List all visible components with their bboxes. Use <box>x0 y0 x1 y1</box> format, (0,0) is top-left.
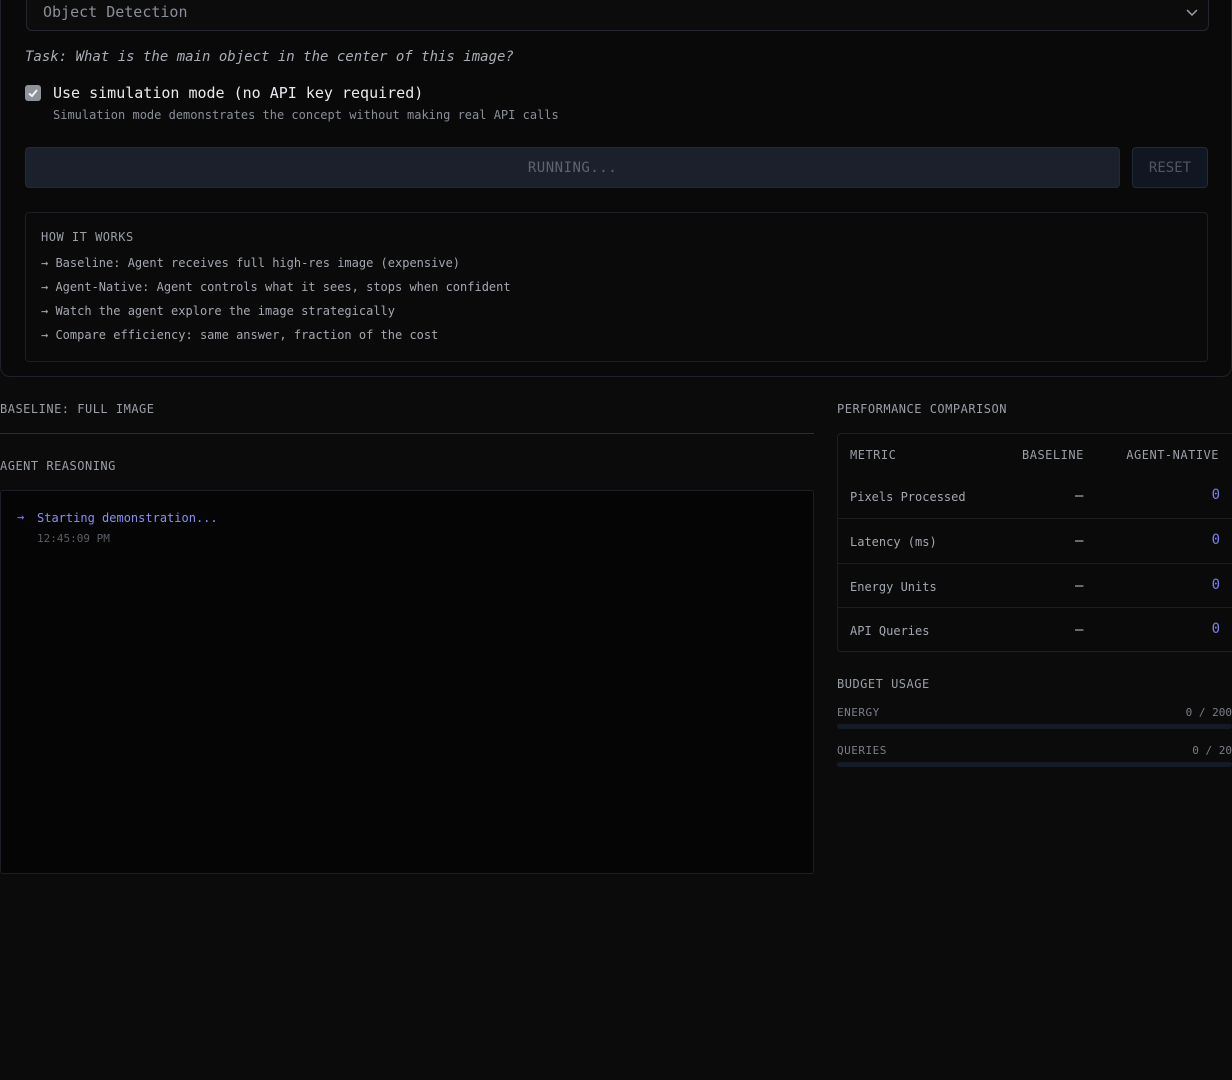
mode-select[interactable]: Object Detection <box>26 0 1209 31</box>
simulation-checkbox[interactable] <box>25 85 41 101</box>
baseline-title: BASELINE: FULL IMAGE <box>0 402 155 416</box>
check-icon <box>28 89 38 98</box>
table-row: Latency (ms) – 0 <box>838 518 1232 563</box>
simulation-label[interactable]: Use simulation mode (no API key required… <box>53 84 423 102</box>
row-baseline-value: – <box>1075 622 1084 638</box>
log-arrow-icon: → <box>17 510 25 524</box>
task-text: Task: What is the main object in the cen… <box>25 49 514 65</box>
table-row: API Queries – 0 <box>838 607 1232 652</box>
log-timestamp: 12:45:09 PM <box>37 532 110 545</box>
how-it-works-line: → Compare efficiency: same answer, fract… <box>41 328 439 342</box>
performance-title: PERFORMANCE COMPARISON <box>837 402 1007 416</box>
row-metric: API Queries <box>850 624 930 638</box>
row-agent-value: 0 <box>1211 621 1220 637</box>
row-agent-value: 0 <box>1211 487 1220 503</box>
column-header-metric: METRIC <box>850 448 897 462</box>
column-header-baseline: BASELINE <box>1022 448 1084 462</box>
table-row: Pixels Processed – 0 <box>838 474 1232 519</box>
row-baseline-value: – <box>1075 533 1084 549</box>
budget-energy-value: 0 / 200 <box>1185 706 1232 719</box>
reasoning-log[interactable]: → Starting demonstration... 12:45:09 PM <box>0 490 814 874</box>
column-header-agent: AGENT-NATIVE <box>1126 448 1219 462</box>
how-it-works-line: → Agent-Native: Agent controls what it s… <box>41 280 511 294</box>
baseline-divider <box>0 433 814 434</box>
budget-queries-bar <box>837 762 1232 767</box>
row-baseline-value: – <box>1075 488 1084 504</box>
budget-queries-label: QUERIES <box>837 744 887 757</box>
budget-title: BUDGET USAGE <box>837 677 930 691</box>
log-message: Starting demonstration... <box>37 511 218 525</box>
budget-energy-bar <box>837 724 1232 729</box>
performance-table: METRIC BASELINE AGENT-NATIVE Pixels Proc… <box>837 433 1232 652</box>
row-baseline-value: – <box>1075 578 1084 594</box>
how-it-works-line: → Watch the agent explore the image stra… <box>41 304 396 318</box>
how-it-works-box: HOW IT WORKS → Baseline: Agent receives … <box>25 212 1208 362</box>
row-metric: Energy Units <box>850 580 937 594</box>
row-agent-value: 0 <box>1211 532 1220 548</box>
row-metric: Latency (ms) <box>850 535 937 549</box>
chevron-down-icon <box>1186 9 1198 17</box>
reset-button[interactable]: RESET <box>1132 147 1208 188</box>
row-agent-value: 0 <box>1211 577 1220 593</box>
budget-queries-value: 0 / 20 <box>1192 744 1232 757</box>
reasoning-title: AGENT REASONING <box>0 459 116 473</box>
budget-energy-label: ENERGY <box>837 706 880 719</box>
how-it-works-title: HOW IT WORKS <box>41 230 134 244</box>
table-row: Energy Units – 0 <box>838 563 1232 608</box>
row-metric: Pixels Processed <box>850 490 966 504</box>
run-button[interactable]: RUNNING... <box>25 147 1120 188</box>
simulation-hint: Simulation mode demonstrates the concept… <box>53 108 559 122</box>
mode-select-value: Object Detection <box>43 3 188 21</box>
how-it-works-line: → Baseline: Agent receives full high-res… <box>41 256 461 270</box>
